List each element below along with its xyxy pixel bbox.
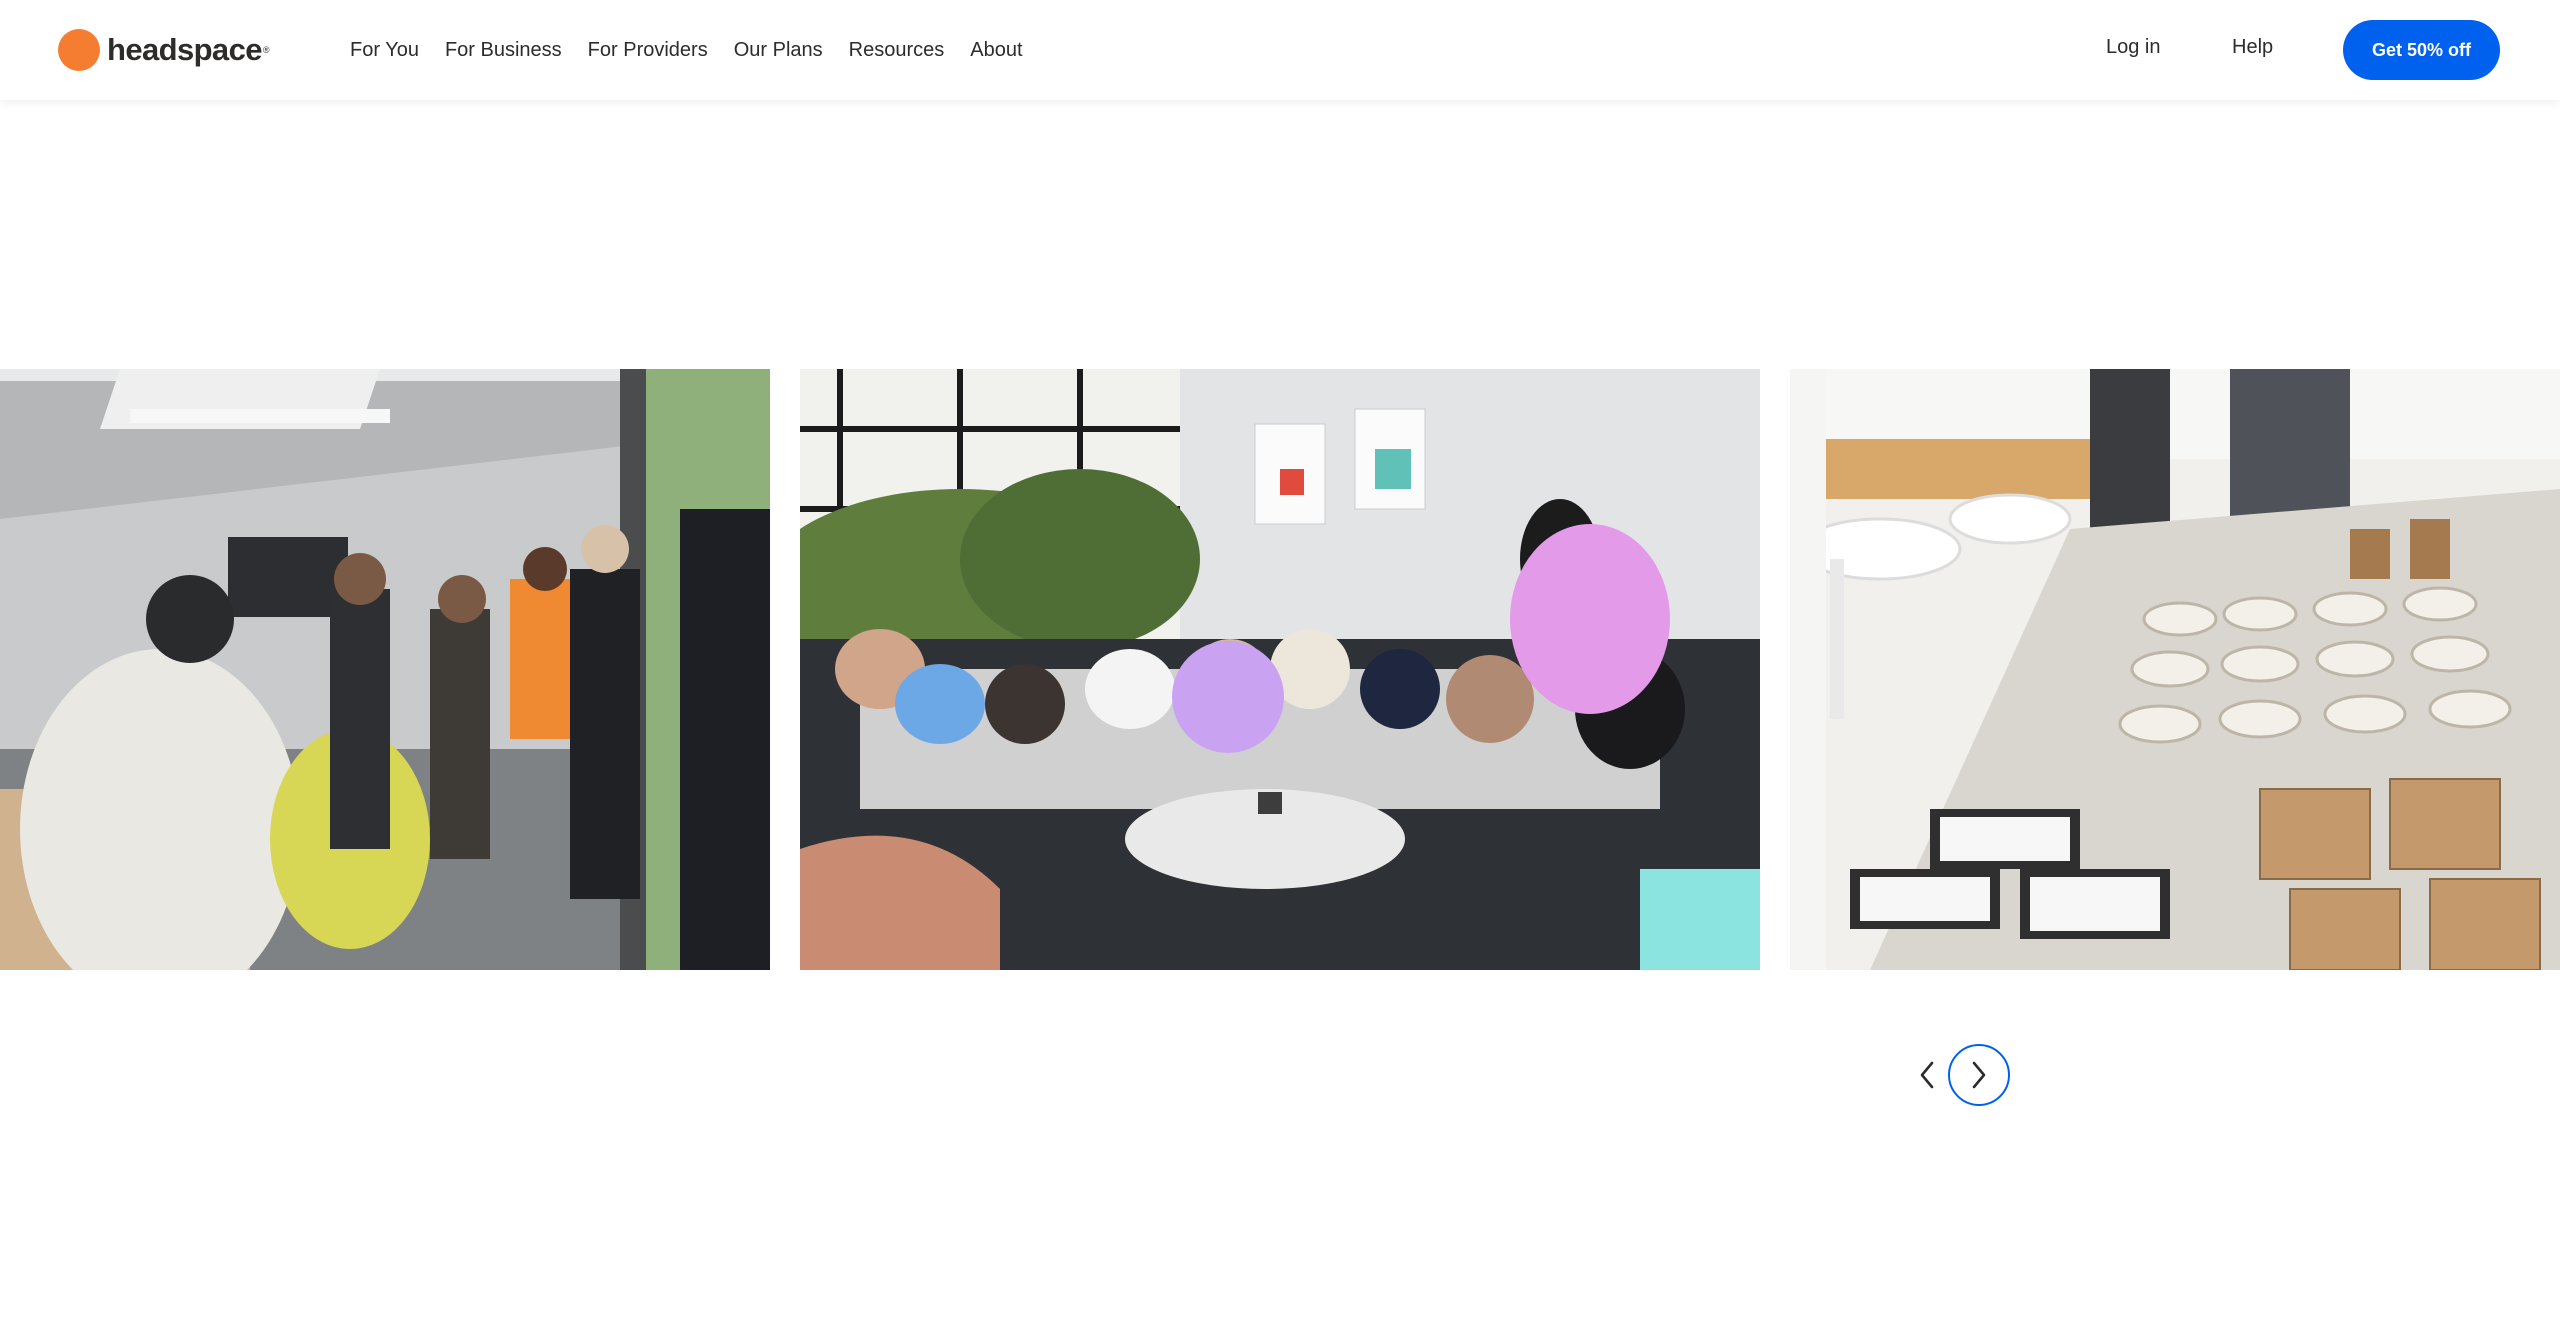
- help-link[interactable]: Help: [2232, 36, 2273, 59]
- trademark-symbol: ®: [262, 45, 270, 55]
- nav-item-for-providers[interactable]: For Providers: [588, 39, 708, 62]
- nav-item-our-plans[interactable]: Our Plans: [734, 39, 823, 62]
- login-link[interactable]: Log in: [2106, 36, 2161, 59]
- main-nav: For You For Business For Providers Our P…: [350, 0, 1023, 100]
- team-standing-in-office-photo: [0, 369, 770, 970]
- carousel-next-button[interactable]: [1948, 1044, 2010, 1106]
- logo-wordmark: headspace: [107, 32, 262, 67]
- chevron-right-icon: [1972, 1061, 1986, 1089]
- nav-item-resources[interactable]: Resources: [849, 39, 945, 62]
- site-header: headspace ® For You For Business For Pro…: [0, 0, 2560, 100]
- team-seated-on-sofa-photo: [800, 369, 1760, 970]
- get-discount-button[interactable]: Get 50% off: [2343, 20, 2500, 80]
- catered-food-table-photo: [1790, 369, 2560, 970]
- chevron-left-icon: [1920, 1061, 1934, 1089]
- carousel-prev-button[interactable]: [1907, 1046, 1947, 1104]
- orange-circle-icon: [58, 29, 100, 71]
- nav-item-about[interactable]: About: [970, 39, 1022, 62]
- nav-item-for-you[interactable]: For You: [350, 39, 419, 62]
- headspace-logo[interactable]: headspace ®: [58, 28, 270, 72]
- nav-item-for-business[interactable]: For Business: [445, 39, 562, 62]
- photo-carousel: [0, 369, 2560, 970]
